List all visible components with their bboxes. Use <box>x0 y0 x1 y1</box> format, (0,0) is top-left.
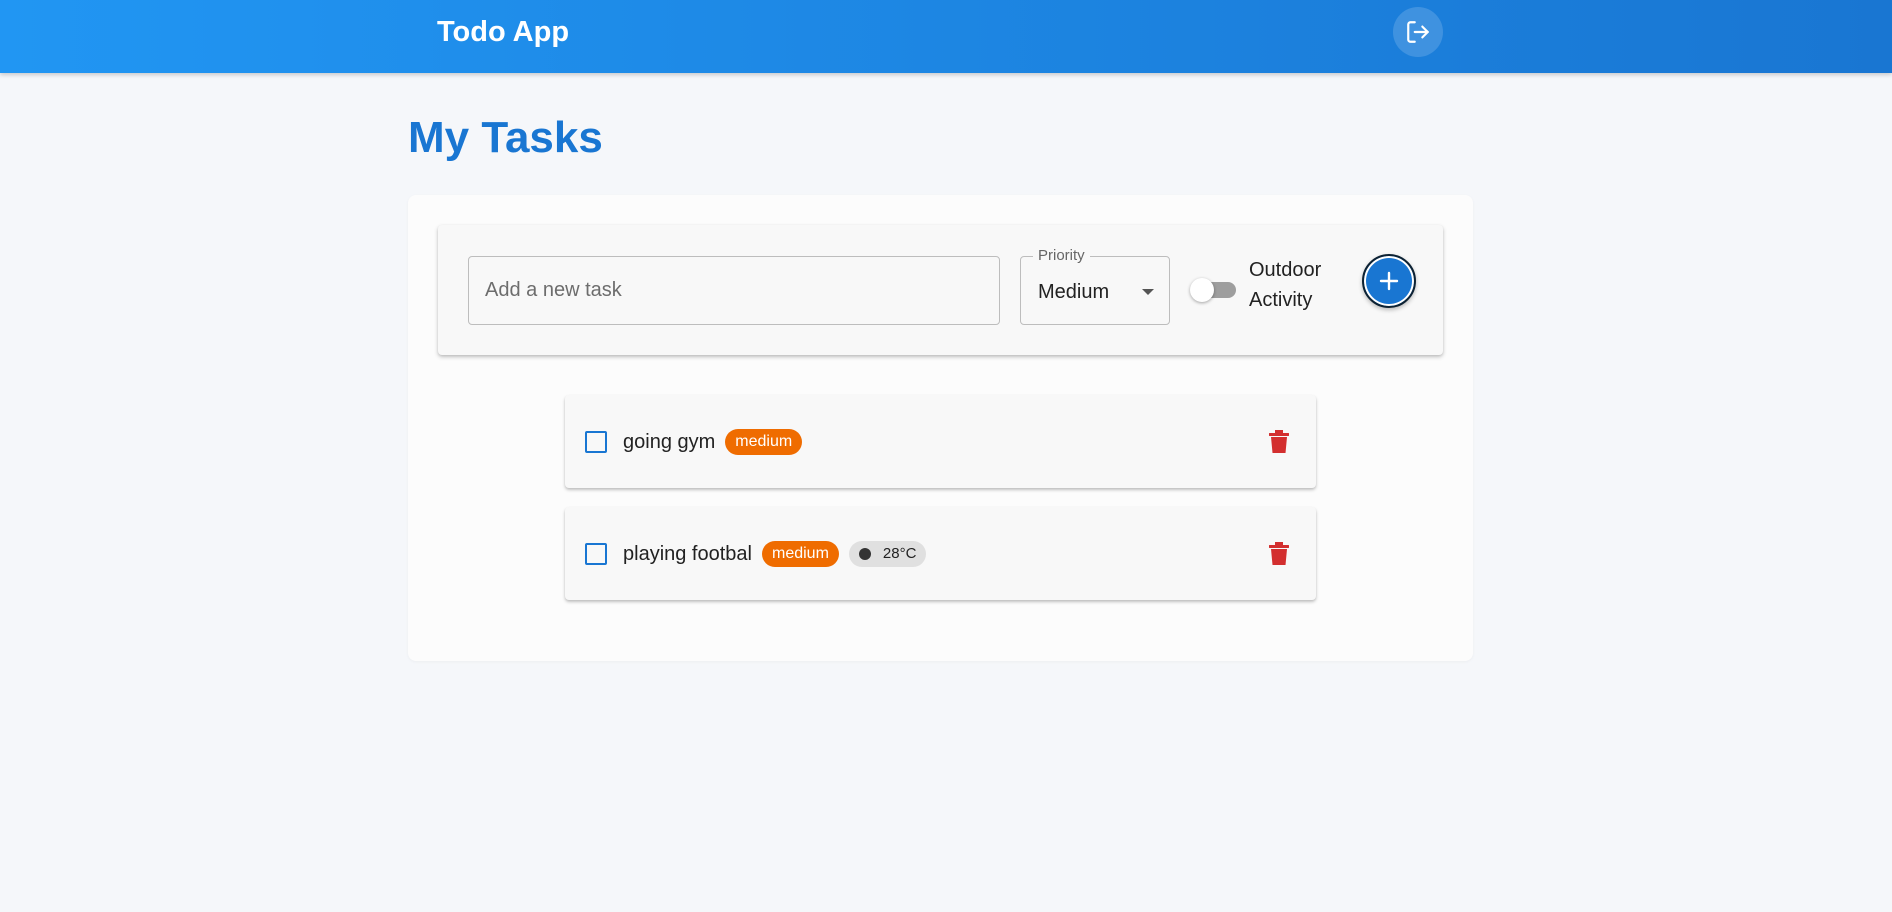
task-content: playing footbal medium 28°C <box>623 507 927 600</box>
task-item: playing footbal medium 28°C <box>565 507 1316 600</box>
task-text: playing footbal <box>623 542 752 565</box>
add-task-button[interactable] <box>1362 254 1416 308</box>
logout-icon <box>1407 21 1429 43</box>
trash-icon <box>1269 542 1289 565</box>
weather-badge: 28°C <box>848 540 927 567</box>
new-task-input[interactable] <box>468 256 1000 325</box>
task-text: going gym <box>623 430 716 453</box>
task-complete-checkbox[interactable] <box>585 543 607 565</box>
delete-task-button[interactable] <box>1265 427 1293 457</box>
add-task-form: Priority Medium Outdoor Activity <box>438 225 1443 355</box>
priority-badge: medium <box>725 428 803 455</box>
task-item: going gym medium <box>565 395 1316 488</box>
switch-thumb <box>1190 278 1214 302</box>
tasks-panel: Priority Medium Outdoor Activity going g… <box>408 195 1473 661</box>
app-title: Todo App <box>437 16 570 48</box>
page-title: My Tasks <box>408 113 603 162</box>
priority-select-label: Priority <box>1033 246 1090 266</box>
priority-badge: medium <box>761 540 839 567</box>
plus-icon <box>1379 271 1399 291</box>
app-bar: Todo App <box>0 0 1892 73</box>
priority-select-value: Medium <box>1038 281 1110 303</box>
task-content: going gym medium <box>623 395 812 488</box>
logout-button[interactable] <box>1393 7 1443 57</box>
weather-temperature: 28°C <box>882 545 917 562</box>
outdoor-activity-label: Outdoor Activity <box>1249 259 1322 311</box>
task-complete-checkbox[interactable] <box>585 431 607 453</box>
outdoor-activity-switch[interactable] <box>1190 275 1238 305</box>
weather-icon <box>858 547 871 560</box>
delete-task-button[interactable] <box>1265 539 1293 569</box>
priority-select[interactable]: Priority Medium <box>1020 246 1170 325</box>
trash-icon <box>1269 430 1289 453</box>
dropdown-caret-icon <box>1142 289 1154 295</box>
